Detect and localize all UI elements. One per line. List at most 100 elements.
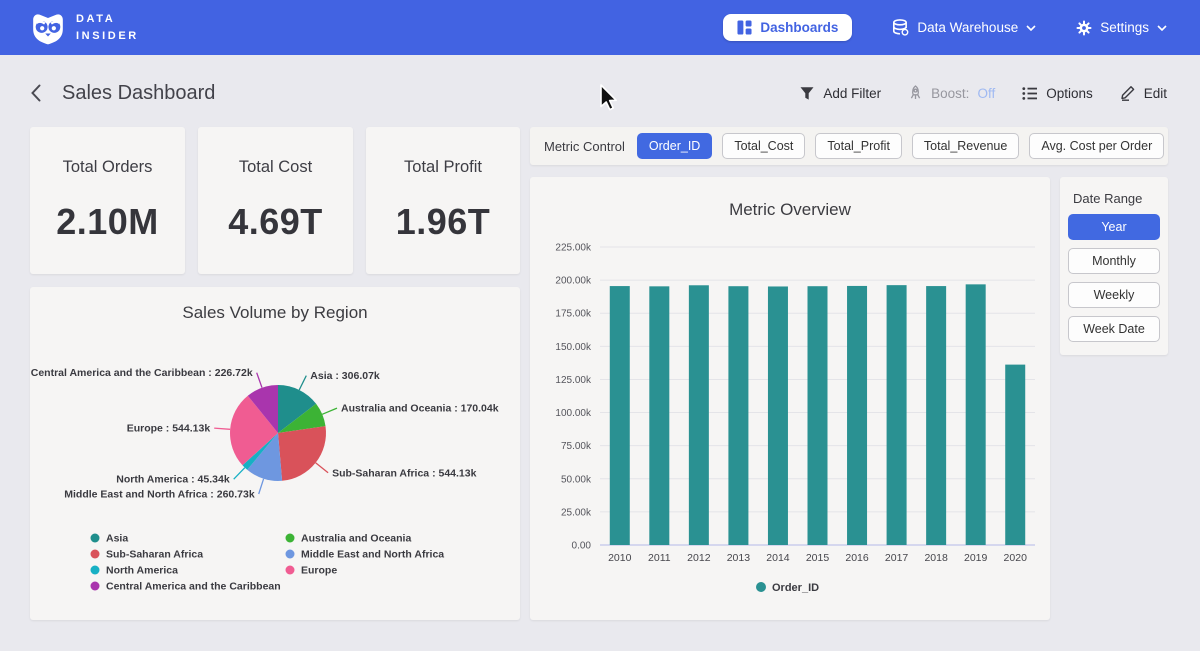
- bar-2015: [808, 286, 828, 545]
- metric-pill-avg-cost-per-order[interactable]: Avg. Cost per Order: [1029, 133, 1164, 159]
- kpi-card-total-profit: Total Profit 1.96T: [366, 127, 520, 274]
- database-icon: [892, 19, 909, 36]
- y-tick-label: 100.00k: [555, 408, 592, 419]
- data-warehouse-menu[interactable]: Data Warehouse: [892, 19, 1036, 36]
- pie-label-asia: Asia : 306.07k: [310, 370, 380, 382]
- y-tick-label: 125.00k: [555, 375, 592, 386]
- legend-swatch-europe: [286, 566, 295, 575]
- nav-menu: Dashboards Data Warehouse: [723, 14, 1167, 41]
- brand-text: DATA INSIDER: [76, 11, 139, 44]
- boost-label: Boost:: [931, 86, 969, 101]
- metric-pill-total-profit[interactable]: Total_Profit: [815, 133, 902, 159]
- pie-leader-line: [259, 479, 264, 494]
- x-tick-label: 2011: [648, 552, 671, 564]
- y-tick-label: 225.00k: [555, 243, 592, 254]
- legend-swatch-australia-and-oceania: [286, 534, 295, 543]
- x-tick-label: 2013: [727, 552, 751, 564]
- date-range-year[interactable]: Year: [1068, 214, 1160, 240]
- sales-volume-chart-card: Sales Volume by Region Asia : 306.07k Aust…: [30, 287, 520, 620]
- x-tick-label: 2020: [1004, 552, 1028, 564]
- bar-chart: Metric Overview0.0025.00k50.00k75.00k100…: [530, 177, 1050, 620]
- metric-pill-total-cost[interactable]: Total_Cost: [722, 133, 805, 159]
- owl-logo-icon: [30, 10, 66, 46]
- app-window: DATA INSIDER Dashboards: [0, 0, 1200, 651]
- y-tick-label: 0.00: [572, 541, 592, 552]
- legend-swatch: [756, 582, 766, 592]
- brand[interactable]: DATA INSIDER: [30, 10, 139, 46]
- legend-label-sub-saharan-africa: Sub-Saharan Africa: [106, 549, 203, 561]
- pie-slice-sub-saharan-africa: [278, 426, 326, 481]
- date-range-weekly[interactable]: Weekly: [1068, 282, 1160, 308]
- y-tick-label: 175.00k: [555, 309, 592, 320]
- kpi-value: 1.96T: [396, 201, 491, 243]
- bar-2020: [1005, 365, 1025, 545]
- settings-menu[interactable]: Settings: [1076, 20, 1167, 36]
- y-tick-label: 75.00k: [561, 441, 592, 452]
- bar-2016: [847, 286, 867, 545]
- chevron-down-icon: [1026, 25, 1036, 31]
- header-actions: Add Filter Boost: Off: [799, 85, 1167, 101]
- kpi-card-total-cost: Total Cost 4.69T: [198, 127, 353, 274]
- legend-label-asia: Asia: [106, 533, 128, 545]
- pie-label-sub-saharan-africa: Sub-Saharan Africa : 544.13k: [332, 467, 476, 479]
- x-tick-label: 2014: [766, 552, 790, 564]
- y-tick-label: 200.00k: [555, 276, 592, 287]
- bar-2019: [966, 284, 986, 545]
- kpi-value: 2.10M: [56, 201, 159, 243]
- edit-label: Edit: [1144, 86, 1167, 101]
- back-button[interactable]: [26, 81, 46, 105]
- pie-chart-title: Sales Volume by Region: [182, 303, 367, 322]
- pie-leader-line: [299, 376, 306, 390]
- pie-leader-line: [234, 468, 245, 480]
- bar-2010: [610, 286, 630, 545]
- metric-control-label: Metric Control: [544, 139, 625, 154]
- bar-2014: [768, 286, 788, 545]
- x-tick-label: 2018: [924, 552, 948, 564]
- settings-label: Settings: [1100, 20, 1149, 35]
- page-header: Sales Dashboard Add Filter Boost: Off: [0, 74, 1200, 112]
- edit-button[interactable]: Edit: [1120, 85, 1167, 101]
- legend-swatch-central-america-and-the-caribbean: [91, 582, 100, 591]
- date-range-monthly[interactable]: Monthly: [1068, 248, 1160, 274]
- add-filter-button[interactable]: Add Filter: [799, 86, 881, 101]
- pie-label-north-america: North America : 45.34k: [116, 474, 230, 486]
- kpi-value: 4.69T: [228, 201, 323, 243]
- pie-label-central-america-and-the-caribbean: Central America and the Caribbean : 226.…: [31, 367, 253, 379]
- options-label: Options: [1046, 86, 1093, 101]
- metric-pill-group: Order_ID Total_Cost Total_Profit Total_Reve…: [637, 133, 1164, 159]
- date-range-card: Date Range YearMonthlyWeeklyWeek Date: [1060, 177, 1168, 355]
- legend-label-australia-and-oceania: Australia and Oceania: [301, 533, 411, 545]
- dashboards-button[interactable]: Dashboards: [723, 14, 852, 41]
- y-tick-label: 150.00k: [555, 342, 592, 353]
- options-list-icon: [1022, 86, 1038, 101]
- y-tick-label: 50.00k: [561, 474, 592, 485]
- pie-leader-line: [214, 428, 230, 429]
- date-range-week-date[interactable]: Week Date: [1068, 316, 1160, 342]
- chevron-down-icon: [1157, 25, 1167, 31]
- options-button[interactable]: Options: [1022, 86, 1093, 101]
- edit-pencil-icon: [1120, 85, 1136, 101]
- x-tick-label: 2015: [806, 552, 830, 564]
- date-range-button-group: Year Monthly Weekly Week Date: [1060, 214, 1168, 342]
- x-tick-label: 2016: [845, 552, 869, 564]
- pie-label-middle-east-and-north-africa: Middle East and North Africa : 260.73k: [64, 489, 255, 501]
- legend-label-europe: Europe: [301, 565, 337, 577]
- pie-chart: Sales Volume by Region Asia : 306.07k Aust…: [30, 287, 520, 620]
- pie-label-europe: Europe : 544.13k: [127, 423, 211, 435]
- metric-pill-total-revenue[interactable]: Total_Revenue: [912, 133, 1019, 159]
- bar-2018: [926, 286, 946, 545]
- boost-state: Off: [977, 86, 995, 101]
- kpi-label: Total Cost: [239, 158, 312, 177]
- bar-2012: [689, 285, 709, 545]
- pie-leader-line: [316, 463, 329, 473]
- boost-toggle[interactable]: Boost: Off: [908, 85, 995, 101]
- dashboards-label: Dashboards: [760, 20, 838, 35]
- legend-label-middle-east-and-north-africa: Middle East and North Africa: [301, 549, 444, 561]
- legend-label-north-america: North America: [106, 565, 178, 577]
- kpi-card-total-orders: Total Orders 2.10M: [30, 127, 185, 274]
- x-tick-label: 2019: [964, 552, 988, 564]
- bar-chart-title: Metric Overview: [729, 200, 852, 219]
- pie-leader-line: [257, 373, 262, 388]
- metric-pill-order-id[interactable]: Order_ID: [637, 133, 712, 159]
- page-title: Sales Dashboard: [62, 82, 215, 105]
